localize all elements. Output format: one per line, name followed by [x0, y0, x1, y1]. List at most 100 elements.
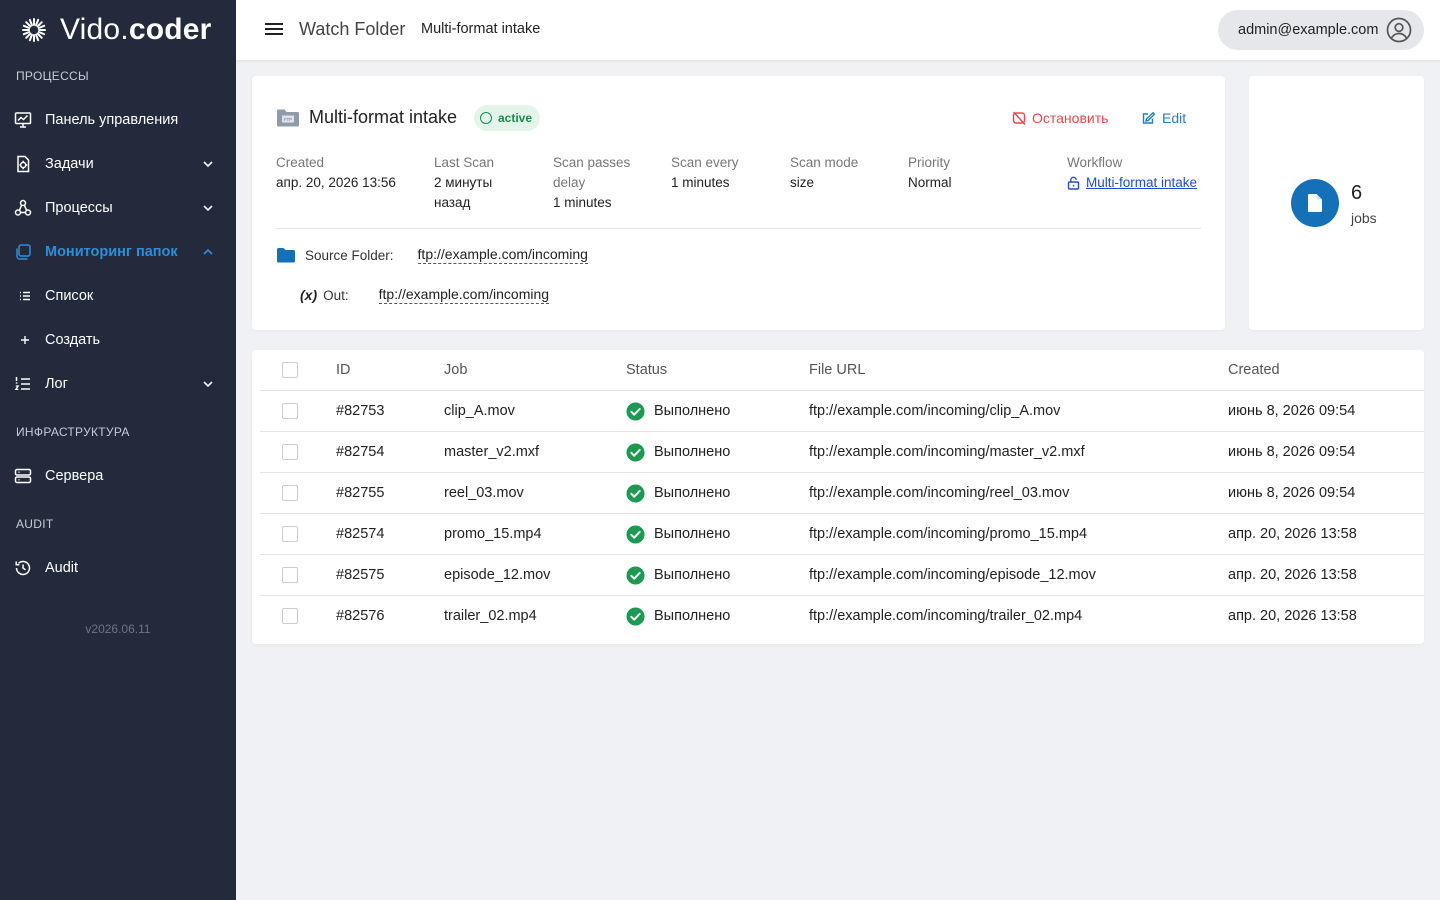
row-file-url: ftp://example.com/incoming/clip_A.mov: [809, 403, 1061, 419]
workflow-link-row: Multi-format intake: [1067, 173, 1197, 193]
meta-scan-mode: Scan mode size: [790, 155, 859, 190]
table-row[interactable]: #82755 reel_03.mov Выполнено ftp://example.…: [260, 473, 1424, 514]
sidebar: Vido.coder ПРОЦЕССЫ Панель управления За…: [0, 0, 236, 900]
meta-scan-delay: Scan passes delay 1 minutes: [553, 155, 631, 210]
table-row[interactable]: #82574 promo_15.mp4 Выполнено ftp://example…: [260, 514, 1424, 555]
sidebar-item-label: Сервера: [45, 468, 104, 484]
row-file-url: ftp://example.com/incoming/promo_15.mp4: [809, 526, 1088, 542]
sidebar-item-create[interactable]: Создать: [0, 318, 236, 362]
variable-icon: (x): [300, 287, 318, 303]
row-id[interactable]: #82753: [336, 391, 384, 432]
row-id[interactable]: #82754: [336, 432, 384, 473]
header-id[interactable]: ID: [336, 350, 351, 391]
row-id[interactable]: #82576: [336, 596, 384, 637]
row-file-url: ftp://example.com/incoming/reel_03.mov: [809, 485, 1070, 501]
sidebar-item-label: Задачи: [45, 156, 94, 172]
sidebar-item-audit[interactable]: Audit: [0, 546, 236, 590]
status-dot-icon: [480, 112, 492, 124]
row-id[interactable]: #82575: [336, 555, 384, 596]
source-folder-link[interactable]: ftp://example.com/incoming: [417, 246, 588, 264]
meta-scan-every: Scan every 1 minutes: [671, 155, 739, 190]
row-checkbox[interactable]: [282, 403, 298, 419]
row-job: reel_03.mov: [444, 485, 524, 501]
workflow-link[interactable]: Multi-format intake: [1086, 173, 1197, 193]
sidebar-item-dashboard[interactable]: Панель управления: [0, 98, 236, 142]
page-subtitle: Multi-format intake: [421, 21, 541, 37]
edit-button[interactable]: Edit: [1142, 110, 1186, 126]
sidebar-item-servers[interactable]: Сервера: [0, 454, 236, 498]
check-circle-icon: [626, 525, 645, 544]
meta-last-scan: Last Scan 2 минуты назад: [434, 155, 495, 210]
row-created: июнь 8, 2026 09:54: [1228, 444, 1356, 460]
meta-priority: Priority Normal: [908, 155, 952, 190]
table-row[interactable]: #82754 master_v2.mxf Выполнено ftp://exampl…: [260, 432, 1424, 473]
sidebar-item-processes[interactable]: Процессы: [0, 186, 236, 230]
select-all-checkbox[interactable]: [282, 362, 298, 378]
header-job[interactable]: Job: [444, 350, 467, 391]
history-icon: [13, 558, 33, 578]
header-created[interactable]: Created: [1228, 350, 1280, 391]
jobs-table: ID Job Status File URL Created #82753 cli…: [252, 350, 1424, 644]
sidebar-item-tasks[interactable]: Задачи: [0, 142, 236, 186]
row-checkbox[interactable]: [282, 485, 298, 501]
status-badge: active: [474, 105, 541, 131]
monitor-chart-icon: [13, 110, 33, 130]
row-checkbox[interactable]: [282, 608, 298, 624]
task-doc-icon: [13, 154, 33, 174]
row-checkbox[interactable]: [282, 444, 298, 460]
sidebar-item-watch-folders[interactable]: Мониторинг папок: [0, 230, 236, 274]
table-row[interactable]: #82576 trailer_02.mp4 Выполнено ftp://examp…: [260, 596, 1424, 637]
row-checkbox[interactable]: [282, 526, 298, 542]
check-circle-icon: [626, 443, 645, 462]
row-job: trailer_02.mp4: [444, 608, 537, 624]
header-status[interactable]: Status: [626, 350, 667, 391]
stop-button[interactable]: Остановить: [1012, 110, 1108, 126]
numbered-list-icon: [13, 374, 33, 394]
out-link[interactable]: ftp://example.com/incoming: [378, 286, 550, 304]
sidebar-item-label: Audit: [45, 560, 79, 576]
divider: [276, 228, 1201, 229]
sidebar-item-label: Мониторинг папок: [45, 244, 178, 260]
chevron-down-icon: [203, 381, 213, 388]
section-label-processes: ПРОЦЕССЫ: [16, 69, 89, 83]
logo[interactable]: Vido.coder: [20, 12, 212, 48]
row-status: Выполнено: [626, 432, 730, 473]
user-avatar-icon: [1386, 17, 1412, 43]
source-folder-label: Source Folder:: [305, 247, 394, 263]
menu-toggle-icon[interactable]: [264, 20, 286, 40]
user-menu-button[interactable]: admin@example.com: [1218, 10, 1424, 50]
topbar: Watch Folder Multi-format intake admin@e…: [236, 0, 1440, 60]
sidebar-item-label: Список: [45, 288, 94, 304]
row-id[interactable]: #82755: [336, 473, 384, 514]
row-created: апр. 20, 2026 13:58: [1228, 526, 1357, 542]
table-row[interactable]: #82575 episode_12.mov Выполнено ftp://examp…: [260, 555, 1424, 596]
table-row[interactable]: #82753 clip_A.mov Выполнено ftp://example.c…: [260, 391, 1424, 432]
row-checkbox[interactable]: [282, 567, 298, 583]
process-graph-icon: [13, 198, 33, 218]
table-header: ID Job Status File URL Created: [260, 350, 1424, 391]
row-status: Выполнено: [626, 514, 730, 555]
row-created: июнь 8, 2026 09:54: [1228, 403, 1356, 419]
sidebar-item-label: Лог: [45, 376, 68, 392]
sidebar-item-label: Процессы: [45, 200, 113, 216]
page-title: Watch Folder: [299, 19, 406, 39]
section-label-audit: AUDIT: [16, 517, 54, 531]
row-id[interactable]: #82574: [336, 514, 384, 555]
row-created: апр. 20, 2026 13:58: [1228, 567, 1357, 583]
meta-created: Created апр. 20, 2026 13:56: [276, 155, 396, 190]
row-job: clip_A.mov: [444, 403, 515, 419]
folder-icon: [277, 248, 295, 263]
sidebar-item-log[interactable]: Лог: [0, 362, 236, 406]
row-job: master_v2.mxf: [444, 444, 540, 460]
check-circle-icon: [626, 607, 645, 626]
row-status: Выполнено: [626, 473, 730, 514]
row-file-url: ftp://example.com/incoming/master_v2.mxf: [809, 444, 1085, 460]
jobs-label: jobs: [1351, 210, 1377, 226]
sidebar-item-list[interactable]: Список: [0, 274, 236, 318]
jobs-count: 6: [1351, 182, 1363, 204]
row-status: Выполнено: [626, 596, 730, 637]
section-label-infrastructure: ИНФРАСТРУКТУРА: [16, 425, 130, 439]
watch-folder-info-card: FTP Multi-format intake active Остановит…: [252, 76, 1225, 330]
header-file-url[interactable]: File URL: [809, 350, 865, 391]
folders-copy-icon: [13, 242, 33, 262]
